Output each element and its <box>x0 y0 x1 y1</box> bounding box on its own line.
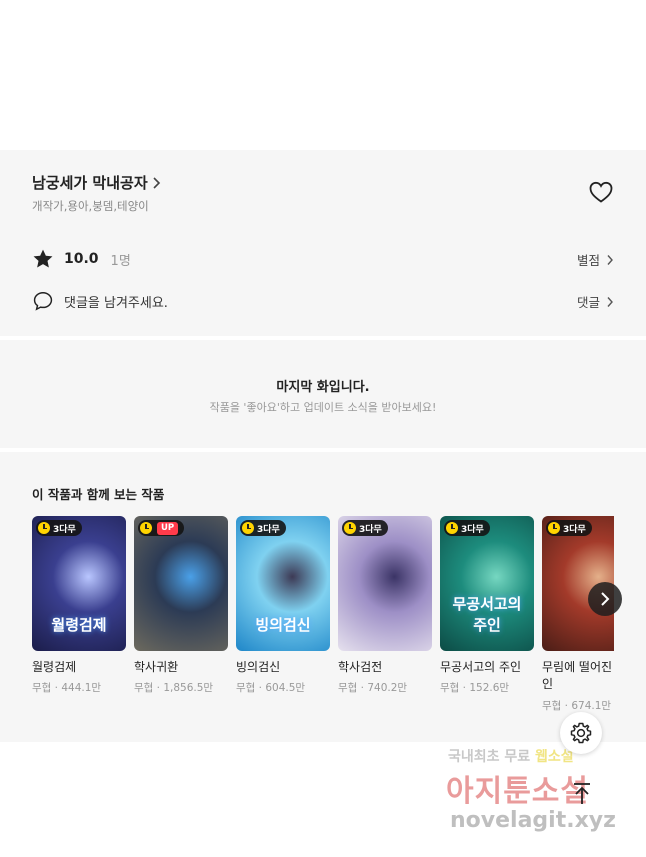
comment-prompt-text: 댓글을 남겨주세요. <box>64 295 168 311</box>
wait-free-badge: 3다무 <box>240 520 286 536</box>
watermark-line1: 국내최초 무료 웹소설 <box>448 749 574 765</box>
cover-thumbnail[interactable]: 3다무무공서고의 주인 <box>440 516 534 651</box>
recommendation-card[interactable]: 3다무 무공서고의 주인 무공서고의 주인 무협 · 152.6만 <box>440 516 534 695</box>
chevron-right-icon <box>607 296 613 307</box>
card-genre-views: 무협 · 444.1만 <box>32 682 102 695</box>
clock-icon <box>344 522 356 534</box>
card-genre-views: 무협 · 152.6만 <box>440 682 510 695</box>
cover-title-art: 빙의검신 <box>255 616 311 634</box>
viewer-end-spacer <box>0 0 646 150</box>
speech-bubble-icon <box>33 292 53 311</box>
chevron-right-icon <box>153 176 160 189</box>
card-genre-views: 무협 · 604.5만 <box>236 682 306 695</box>
clock-icon <box>446 522 458 534</box>
clock-icon <box>38 522 50 534</box>
recommendation-carousel[interactable]: 3다무 월령검제 월령검제 무협 · 444.1만 UP 학사귀환 무협 · 1,856.5… <box>32 516 614 736</box>
clock-icon <box>548 522 560 534</box>
up-badge: UP <box>138 520 185 536</box>
card-title: 학사검전 <box>338 660 383 674</box>
comments-link[interactable]: 댓글 <box>577 292 614 311</box>
recommendation-title: 이 작품과 함께 보는 작품 <box>32 487 165 502</box>
scroll-top-button[interactable] <box>568 780 596 808</box>
heart-icon[interactable] <box>588 180 614 204</box>
watermark: 국내최초 무료 웹소설 아지툰소설 novelagit.xyz <box>440 740 640 850</box>
gear-icon <box>570 722 592 744</box>
cover-thumbnail[interactable]: UP <box>134 516 228 651</box>
rating-count: 1명 <box>110 253 131 269</box>
card-genre-views: 무협 · 740.2만 <box>338 682 408 695</box>
series-info-panel: 남궁세가 막내공자 개작가,용아,붕뎀,테양이 10.0 1명 별점 댓글을 남… <box>0 150 646 336</box>
cover-title-art: 월령검제 <box>51 616 107 634</box>
recommendation-section: 이 작품과 함께 보는 작품 3다무 월령검제 월령검제 무협 · 444.1만 UP 학… <box>0 452 646 742</box>
cover-thumbnail[interactable]: 3다무 <box>338 516 432 651</box>
card-title: 빙의검신 <box>236 660 281 674</box>
last-episode-title: 마지막 화입니다. <box>276 380 370 395</box>
card-genre-views: 무협 · 1,856.5만 <box>134 682 214 695</box>
cover-thumbnail[interactable]: 3다무월령검제 <box>32 516 126 651</box>
series-title-link[interactable]: 남궁세가 막내공자 <box>32 172 162 193</box>
badge-label: UP <box>157 521 179 535</box>
comments-link-label: 댓글 <box>576 295 600 310</box>
last-episode-notice: 마지막 화입니다. 작품을 '좋아요'하고 업데이트 소식을 받아보세요! <box>0 340 646 448</box>
recommendation-card[interactable]: 3다무 월령검제 월령검제 무협 · 444.1만 <box>32 516 126 695</box>
series-authors: 개작가,용아,붕뎀,테양이 <box>32 199 149 213</box>
watermark-line3: novelagit.xyz <box>450 808 616 833</box>
series-title: 남궁세가 막내공자 <box>32 174 148 192</box>
badge-label: 3다무 <box>53 524 76 535</box>
chevron-right-icon <box>607 254 613 265</box>
badge-label: 3다무 <box>359 524 382 535</box>
badge-label: 3다무 <box>257 524 280 535</box>
recommendation-card[interactable]: UP 학사귀환무협 · 1,856.5만 <box>134 516 228 695</box>
badge-label: 3다무 <box>563 524 586 535</box>
wait-free-badge: 3다무 <box>444 520 490 536</box>
recommendation-card[interactable]: 3다무 빙의검신 빙의검신 무협 · 604.5만 <box>236 516 330 695</box>
card-genre-views: 무협 · 674.1만 <box>542 699 612 712</box>
wait-free-badge: 3다무 <box>546 520 592 536</box>
clock-icon <box>140 522 152 534</box>
wait-free-badge: 3다무 <box>342 520 388 536</box>
cover-thumbnail[interactable]: 3다무빙의검신 <box>236 516 330 651</box>
clock-icon <box>242 522 254 534</box>
card-title: 무림에 떨어진 대인 <box>542 660 614 692</box>
card-title: 무공서고의 주인 <box>440 660 522 674</box>
carousel-next-button[interactable] <box>588 582 622 616</box>
wait-free-badge: 3다무 <box>36 520 82 536</box>
rating-summary: 10.0 1명 <box>32 248 131 270</box>
card-title: 월령검제 <box>32 660 77 674</box>
cover-title-art: 무공서고의 주인 <box>452 595 522 634</box>
last-episode-subtitle: 작품을 '좋아요'하고 업데이트 소식을 받아보세요! <box>209 401 437 414</box>
badge-label: 3다무 <box>461 524 484 535</box>
comment-prompt[interactable]: 댓글을 남겨주세요. <box>32 290 168 312</box>
rate-link[interactable]: 별점 <box>577 250 614 269</box>
star-icon <box>33 249 53 268</box>
rating-score: 10.0 <box>64 251 99 267</box>
settings-button[interactable] <box>560 712 602 754</box>
rate-link-label: 별점 <box>576 253 600 268</box>
card-title: 학사귀환 <box>134 660 179 674</box>
recommendation-card[interactable]: 3다무학사검전무협 · 740.2만 <box>338 516 432 695</box>
arrow-up-to-top-icon <box>574 783 590 804</box>
chevron-right-icon <box>601 592 610 606</box>
